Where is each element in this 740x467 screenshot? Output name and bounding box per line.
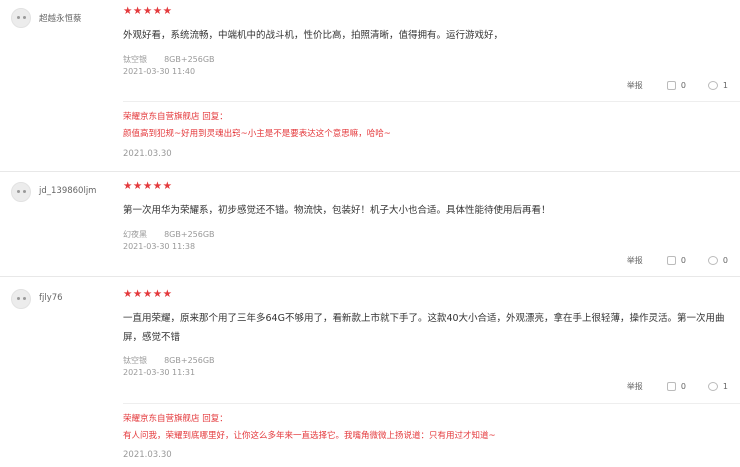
review-date: 2021-03-30 11:31	[123, 368, 196, 377]
avatar[interactable]	[11, 289, 31, 309]
product-color: 钛空银	[123, 356, 147, 365]
like-count[interactable]: 0	[681, 81, 686, 90]
product-spec: 8GB+256GB	[164, 356, 215, 365]
like-count[interactable]: 0	[681, 256, 686, 265]
like-count[interactable]: 0	[681, 382, 686, 391]
review-actions: 举报 0 0	[627, 254, 728, 266]
divider	[0, 276, 740, 277]
thumbs-up-icon[interactable]	[666, 381, 676, 391]
reply-header: 荣耀京东自营旗舰店 回复：	[123, 414, 228, 424]
reply-text: 有人问我，荣耀到底哪里好，让你这么多年来一直选择它。我嘴角微微上扬说道：只有用过…	[123, 431, 496, 441]
comment-icon[interactable]	[707, 381, 718, 391]
review-date: 2021-03-30 11:40	[123, 67, 196, 76]
reply-date: 2021.03.30	[123, 450, 172, 460]
username[interactable]: 超越永恒蔡	[39, 12, 82, 24]
product-color: 幻夜黑	[123, 230, 147, 239]
star-rating: ★★★★★	[123, 180, 173, 192]
report-button[interactable]: 举报	[627, 255, 643, 266]
comment-count[interactable]: 0	[723, 256, 728, 265]
review-actions: 举报 0 1	[627, 380, 728, 392]
product-spec: 8GB+256GB	[164, 230, 215, 239]
star-rating: ★★★★★	[123, 288, 173, 300]
username[interactable]: fjly76	[39, 293, 63, 303]
reply-date: 2021.03.30	[123, 149, 172, 159]
thumbs-up-icon[interactable]	[666, 255, 676, 265]
review-date: 2021-03-30 11:38	[123, 242, 196, 251]
product-info: 钛空银 8GB+256GB	[123, 54, 215, 65]
divider	[123, 101, 740, 102]
divider	[123, 403, 740, 404]
reply-text: 颜值高到犯规~好用到灵魂出窍~小主是不是要表达这个意思嘛，哈哈~	[123, 129, 391, 139]
report-button[interactable]: 举报	[627, 381, 643, 392]
divider	[0, 171, 740, 172]
comment-icon[interactable]	[707, 255, 718, 265]
review-actions: 举报 0 1	[627, 79, 728, 91]
product-info: 幻夜黑 8GB+256GB	[123, 229, 215, 240]
star-rating: ★★★★★	[123, 5, 173, 17]
comment-icon[interactable]	[707, 80, 718, 90]
comment-count[interactable]: 1	[723, 382, 728, 391]
product-color: 钛空银	[123, 55, 147, 64]
thumbs-up-icon[interactable]	[666, 80, 676, 90]
comment-count[interactable]: 1	[723, 81, 728, 90]
product-spec: 8GB+256GB	[164, 55, 215, 64]
reply-header: 荣耀京东自营旗舰店 回复：	[123, 112, 228, 122]
username[interactable]: jd_139860ljm	[39, 186, 96, 196]
review-content: 一直用荣耀，原来那个用了三年多64G不够用了，看新款上市就下手了。这款40大小合…	[123, 313, 725, 343]
review-content: 外观好看，系统流畅，中端机中的战斗机，性价比高，拍照清晰，值得拥有。运行游戏好，	[123, 30, 504, 41]
avatar[interactable]	[11, 182, 31, 202]
report-button[interactable]: 举报	[627, 80, 643, 91]
review-content: 第一次用华为荣耀系，初步感觉还不错。物流快，包装好！机子大小也合适。具体性能待使…	[123, 205, 551, 216]
avatar[interactable]	[11, 8, 31, 28]
product-info: 钛空银 8GB+256GB	[123, 355, 215, 366]
